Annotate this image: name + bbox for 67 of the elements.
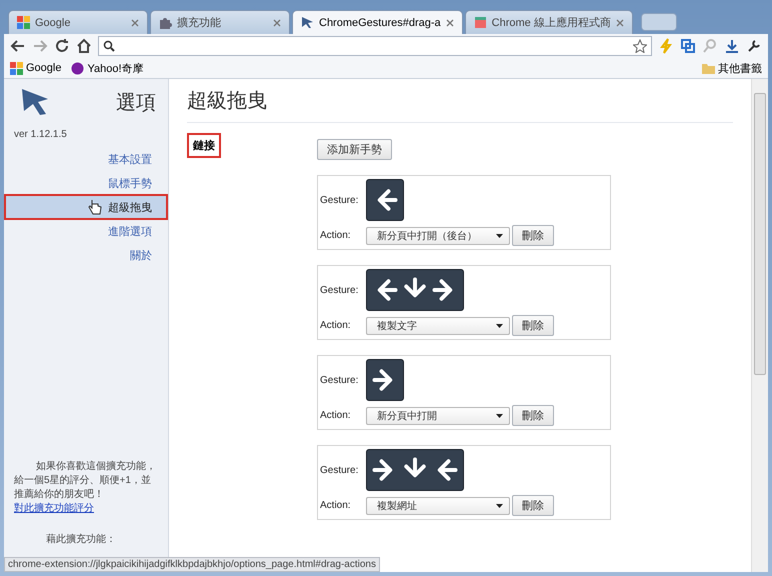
delete-button[interactable]: 刪除 xyxy=(512,315,554,336)
yahoo-logo-icon xyxy=(71,62,84,74)
action-label: Action: xyxy=(320,410,352,421)
download-icon[interactable] xyxy=(724,38,740,54)
delete-button[interactable]: 刪除 xyxy=(512,225,554,246)
action-dropdown[interactable]: 新分頁中打開 xyxy=(366,406,510,424)
close-icon[interactable] xyxy=(131,18,139,26)
forward-arrow-icon[interactable] xyxy=(32,38,48,54)
new-tab-button[interactable] xyxy=(640,13,677,31)
action-dropdown[interactable]: 複製網址 xyxy=(366,496,510,514)
cursor-icon xyxy=(301,16,314,29)
section-heading: 鏈接 xyxy=(187,133,221,158)
caret-icon xyxy=(496,324,503,328)
google-logo-icon xyxy=(10,62,23,74)
rate-link[interactable]: 對此擴充功能評分 xyxy=(14,503,94,514)
bookmark-link[interactable]: Yahoo!奇摩 xyxy=(71,60,144,76)
sidebar-item[interactable]: 超級拖曳 xyxy=(6,196,166,218)
magnifier-icon[interactable] xyxy=(702,38,718,54)
other-bookmarks-folder[interactable]: 其他書籤 xyxy=(702,60,762,76)
status-bar: chrome-extension://jlgkpaicikihijadgifklkbpdajbkhjo/options_page.html#drag-actions xyxy=(4,557,380,572)
star-icon[interactable] xyxy=(633,39,647,53)
reload-icon[interactable] xyxy=(54,38,70,54)
version-text: ver 1.12.1.5 xyxy=(13,128,68,142)
action-dropdown[interactable]: 新分頁中打開（後台） xyxy=(366,226,510,244)
promo-text: 如果你喜歡這個擴充功能，給一個5星的評分、順便+1，並推薦給你的朋友吧！ 對此擴充功能評分 xyxy=(14,460,157,516)
caret-icon xyxy=(496,234,503,238)
action-label: Action: xyxy=(320,500,352,511)
sidebar-item[interactable]: 基本設置 xyxy=(6,148,166,170)
sidebar-item[interactable]: 進階選項 xyxy=(6,220,166,242)
search-icon xyxy=(103,40,115,52)
scrollbar[interactable] xyxy=(751,79,768,572)
close-icon[interactable] xyxy=(446,18,454,26)
puzzle-icon xyxy=(159,16,172,29)
lightning-icon[interactable] xyxy=(658,38,674,54)
google-logo-icon xyxy=(17,16,30,29)
action-label: Action: xyxy=(320,230,352,241)
hand-cursor-icon xyxy=(88,199,102,215)
bookmark-link[interactable]: Google xyxy=(10,62,62,74)
gesture-label: Gesture: xyxy=(320,194,360,206)
browser-tab[interactable]: ChromeGestures#drag-a xyxy=(292,10,463,34)
delete-button[interactable]: 刪除 xyxy=(512,405,554,426)
folder-icon xyxy=(702,62,715,74)
caret-icon xyxy=(496,414,503,418)
browser-tab[interactable]: Google xyxy=(8,10,148,34)
page-title: 超級拖曳 xyxy=(187,87,733,123)
sidebar-item[interactable]: 關於 xyxy=(6,244,166,266)
cursor-logo-icon xyxy=(20,87,50,117)
action-label: Action: xyxy=(320,320,352,331)
gesture-label: Gesture: xyxy=(320,464,360,476)
sidebar-title: 選項 xyxy=(116,90,156,116)
close-icon[interactable] xyxy=(273,18,281,26)
translate-icon[interactable] xyxy=(680,38,696,54)
browser-tab[interactable]: Chrome 線上應用程式商 xyxy=(464,10,633,34)
browser-tab[interactable]: 擴充功能 xyxy=(150,10,290,34)
add-gesture-button[interactable]: 添加新手勢 xyxy=(317,139,392,160)
sidebar-item[interactable]: 鼠標手勢 xyxy=(6,172,166,194)
gesture-label: Gesture: xyxy=(320,374,360,386)
back-arrow-icon[interactable] xyxy=(10,38,26,54)
delete-button[interactable]: 刪除 xyxy=(512,495,554,516)
home-icon[interactable] xyxy=(76,38,92,54)
caret-icon xyxy=(496,504,503,508)
action-dropdown[interactable]: 複製文字 xyxy=(366,316,510,334)
note-text: 藉此擴充功能： xyxy=(46,532,117,546)
wrench-icon[interactable] xyxy=(746,38,762,54)
gesture-label: Gesture: xyxy=(320,284,360,296)
store-icon xyxy=(474,16,487,29)
close-icon[interactable] xyxy=(616,18,624,26)
